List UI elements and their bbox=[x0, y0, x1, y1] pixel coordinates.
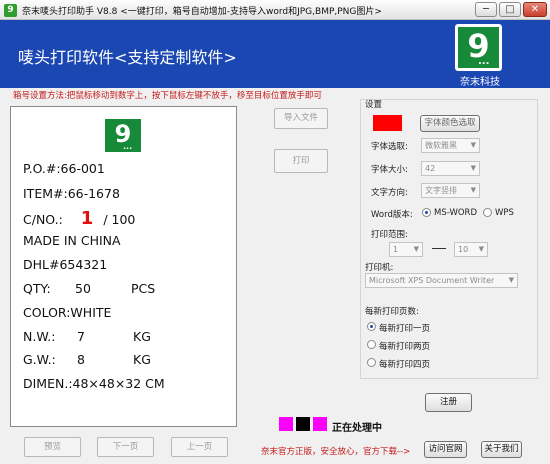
word-ms-label: MS-WORD bbox=[434, 208, 477, 218]
qty-value: 50 bbox=[75, 281, 91, 296]
banner-title: 唛头打印软件<支持定制软件> bbox=[18, 48, 237, 67]
carton-number[interactable]: 1 bbox=[81, 208, 94, 229]
maximize-button[interactable]: □ bbox=[499, 2, 521, 17]
text-direction-select[interactable]: 文字竖排 ▼ bbox=[421, 183, 480, 198]
printer-label: 打印机: bbox=[365, 263, 394, 273]
word-wps-radio[interactable] bbox=[483, 208, 492, 217]
brand-logo-dots: ... bbox=[478, 56, 490, 67]
cno-line: C/NO.: 1 / 100 bbox=[23, 208, 135, 229]
qty-unit: PCS bbox=[131, 281, 156, 296]
per-page-four-label: 每新打印四页 bbox=[379, 360, 431, 370]
font-size-select[interactable]: 42 ▼ bbox=[421, 161, 480, 176]
close-button[interactable]: ✕ bbox=[523, 2, 547, 17]
range-from-select[interactable]: 1 ▼ bbox=[389, 242, 423, 257]
import-file-button[interactable]: 导入文件 bbox=[274, 108, 328, 129]
color-line: COLOR:WHITE bbox=[23, 305, 112, 320]
text-direction-value: 文字竖排 bbox=[425, 186, 457, 195]
range-dash bbox=[432, 248, 446, 249]
range-from-value: 1 bbox=[393, 245, 399, 254]
font-size-label: 字体大小: bbox=[371, 165, 408, 175]
cno-label: C/NO.: bbox=[23, 212, 63, 227]
chevron-down-icon: ▼ bbox=[470, 186, 476, 194]
made-in-line: MADE IN CHINA bbox=[23, 233, 121, 248]
gw-label: G.W.: bbox=[23, 352, 56, 367]
settings-title: 设置 bbox=[365, 100, 383, 110]
per-page-two-label: 每新打印两页 bbox=[379, 342, 431, 352]
nw-unit: KG bbox=[133, 329, 151, 344]
font-select-label: 字体选取: bbox=[371, 142, 408, 152]
text-direction-label: 文字方向: bbox=[371, 188, 408, 198]
font-color-swatch bbox=[373, 115, 402, 131]
dhl-line: DHL#654321 bbox=[23, 257, 108, 272]
label-logo: 9 ... bbox=[105, 119, 141, 152]
per-page-one-radio[interactable] bbox=[367, 322, 376, 331]
qty-label: QTY: bbox=[23, 281, 51, 296]
word-version-label: Word版本: bbox=[371, 210, 413, 220]
header-banner: 唛头打印软件<支持定制软件> 9 ... 奈末科技 bbox=[0, 20, 550, 88]
print-button[interactable]: 打印 bbox=[274, 149, 328, 173]
range-to-select[interactable]: 10 ▼ bbox=[454, 242, 488, 257]
font-color-button[interactable]: 字体颜色选取 bbox=[420, 115, 480, 132]
title-bar: 9 奈末唛头打印助手 V8.8 <一键打印，箱号自动增加-支持导入word和JP… bbox=[0, 0, 550, 20]
footer-note: 奈末官方正版，安全放心，官方下载--> bbox=[261, 447, 411, 457]
font-select[interactable]: 微软雅黑 ▼ bbox=[421, 138, 480, 153]
dimen-line: DIMEN.:48×48×32 CM bbox=[23, 376, 165, 391]
per-page-label: 每新打印页数: bbox=[365, 307, 419, 317]
range-to-value: 10 bbox=[458, 245, 469, 254]
gw-unit: KG bbox=[133, 352, 151, 367]
word-wps-label: WPS bbox=[495, 208, 514, 218]
register-button[interactable]: 注册 bbox=[425, 393, 472, 412]
word-ms-radio[interactable] bbox=[422, 208, 431, 217]
chevron-down-icon: ▼ bbox=[470, 141, 476, 149]
per-page-four-radio[interactable] bbox=[367, 358, 376, 367]
font-size-value: 42 bbox=[425, 164, 436, 173]
per-page-two-radio[interactable] bbox=[367, 340, 376, 349]
app-icon: 9 bbox=[4, 4, 17, 17]
instructions-text: 箱号设置方法:把鼠标移动到数字上，按下鼠标左键不放手，移至目标位置放手即可 bbox=[13, 91, 322, 101]
next-page-button[interactable]: 下一页 bbox=[97, 437, 154, 457]
brand-name: 奈末科技 bbox=[460, 77, 500, 88]
nw-value: 7 bbox=[77, 329, 85, 344]
status-square bbox=[296, 417, 310, 431]
printer-value: Microsoft XPS Document Writer bbox=[369, 276, 495, 285]
window-title: 奈末唛头打印助手 V8.8 <一键打印，箱号自动增加-支持导入word和JPG,… bbox=[22, 7, 382, 17]
brand-logo: 9 ... bbox=[455, 24, 502, 71]
minimize-button[interactable]: ─ bbox=[475, 2, 497, 17]
gw-value: 8 bbox=[77, 352, 85, 367]
printer-select[interactable]: Microsoft XPS Document Writer ▼ bbox=[365, 273, 518, 288]
label-preview[interactable]: 9 ... P.O.#:66-001 ITEM#:66-1678 C/NO.: … bbox=[10, 106, 237, 427]
chevron-down-icon: ▼ bbox=[508, 276, 514, 284]
status-text: 正在处理中 bbox=[332, 423, 382, 434]
chevron-down-icon: ▼ bbox=[478, 245, 484, 253]
chevron-down-icon: ▼ bbox=[413, 245, 419, 253]
po-line: P.O.#:66-001 bbox=[23, 161, 105, 176]
carton-total: / 100 bbox=[103, 212, 136, 227]
status-square bbox=[279, 417, 293, 431]
per-page-one-label: 每新打印一页 bbox=[379, 324, 431, 334]
font-select-value: 微软雅黑 bbox=[425, 141, 457, 150]
chevron-down-icon: ▼ bbox=[470, 164, 476, 172]
about-button[interactable]: 关于我们 bbox=[481, 441, 522, 458]
preview-button[interactable]: 预览 bbox=[24, 437, 81, 457]
status-square bbox=[313, 417, 327, 431]
print-range-label: 打印范围: bbox=[371, 230, 408, 240]
prev-page-button[interactable]: 上一页 bbox=[171, 437, 228, 457]
item-line: ITEM#:66-1678 bbox=[23, 186, 120, 201]
nw-label: N.W.: bbox=[23, 329, 56, 344]
visit-site-button[interactable]: 访问官网 bbox=[424, 441, 467, 458]
